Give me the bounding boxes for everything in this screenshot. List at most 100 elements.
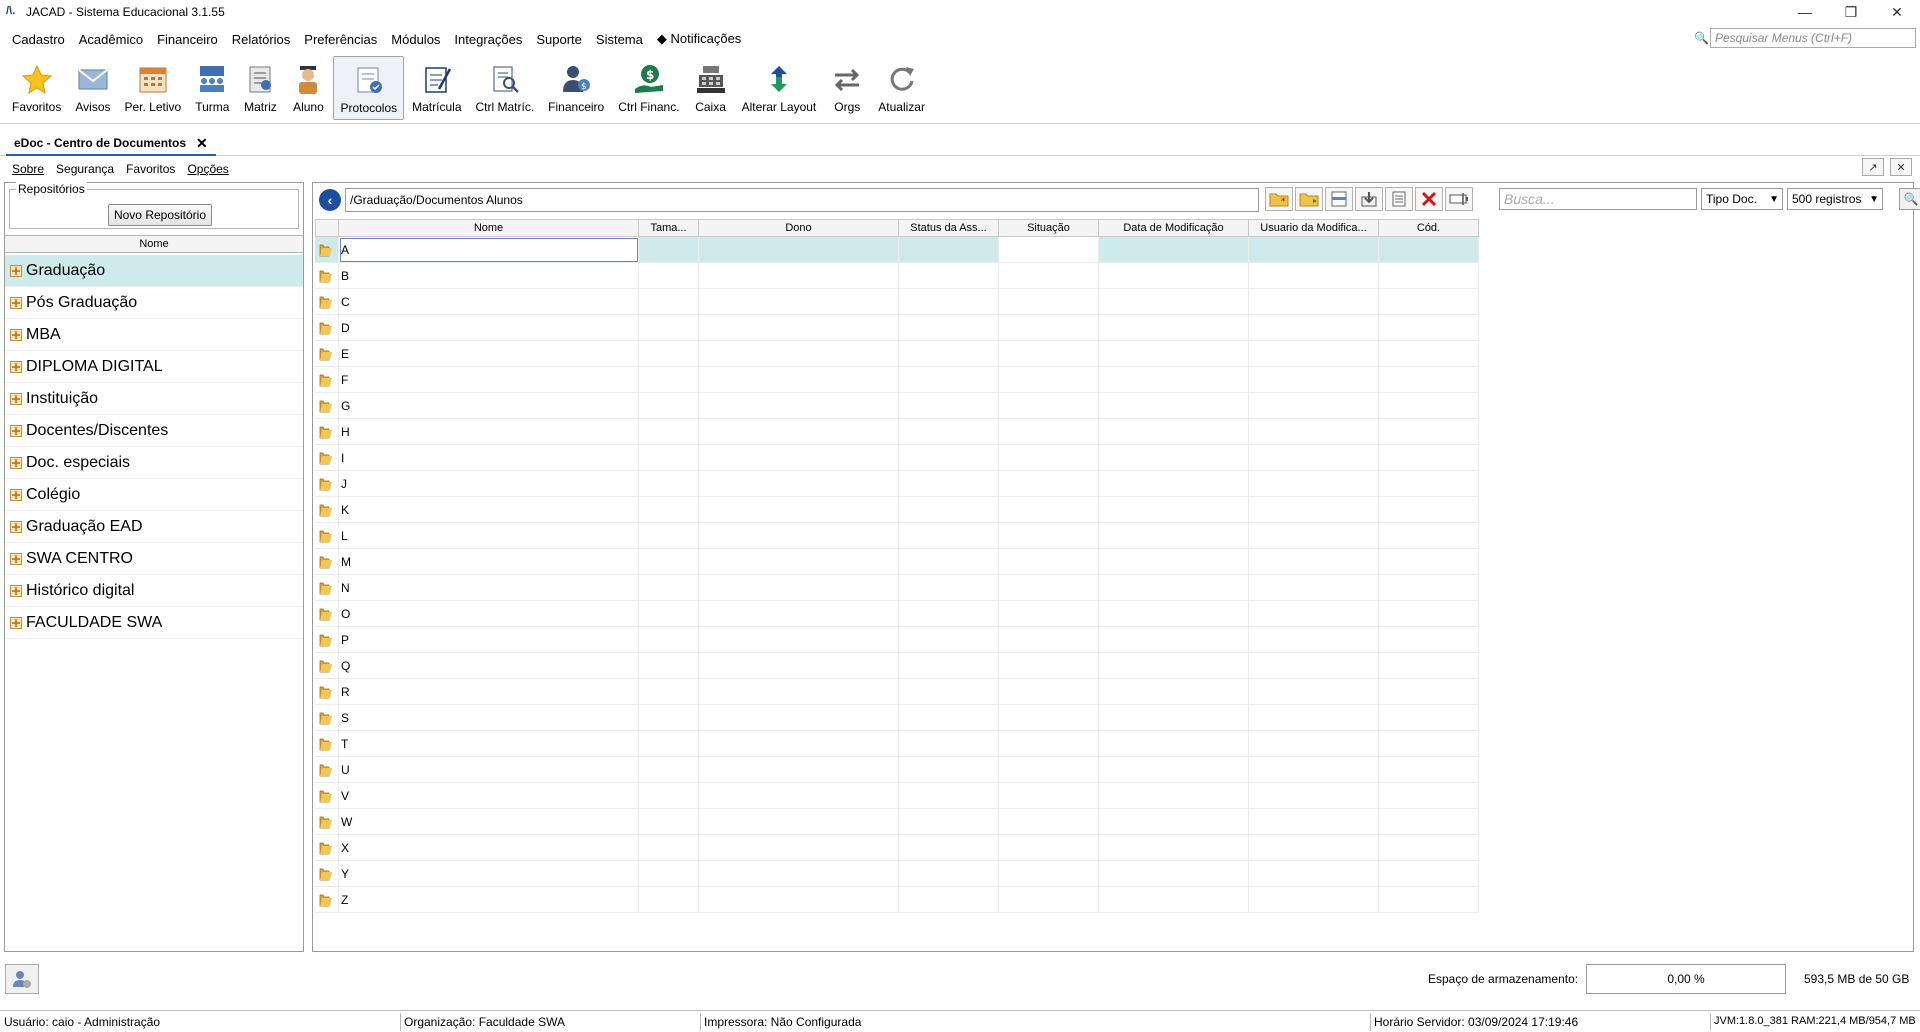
tree-item[interactable]: MBA bbox=[5, 319, 303, 351]
path-field[interactable]: /Graduação/Documentos Alunos bbox=[345, 188, 1259, 212]
table-row[interactable]: Y bbox=[315, 861, 1479, 887]
tree-item[interactable]: Colégio bbox=[5, 479, 303, 511]
search-button[interactable]: 🔍 bbox=[1899, 188, 1920, 210]
settings-button[interactable] bbox=[5, 964, 39, 994]
table-row[interactable]: U bbox=[315, 757, 1479, 783]
expand-plus-icon[interactable] bbox=[9, 264, 22, 277]
table-row[interactable]: V bbox=[315, 783, 1479, 809]
table-row[interactable]: J bbox=[315, 471, 1479, 497]
toolbar-turma[interactable]: Turma bbox=[189, 56, 235, 120]
column-header[interactable]: Usuario da Modifica... bbox=[1249, 219, 1379, 237]
close-panel-icon[interactable]: ✕ bbox=[1890, 158, 1912, 176]
table-row[interactable]: H bbox=[315, 419, 1479, 445]
expand-plus-icon[interactable] bbox=[9, 520, 22, 533]
table-row[interactable]: R bbox=[315, 679, 1479, 705]
table-row[interactable]: S bbox=[315, 705, 1479, 731]
expand-plus-icon[interactable] bbox=[9, 616, 22, 629]
toolbar-matricula[interactable]: Matrícula bbox=[406, 56, 467, 120]
rename-button[interactable] bbox=[1445, 187, 1473, 211]
toolbar-avisos[interactable]: Avisos bbox=[69, 56, 116, 120]
toolbar-favoritos[interactable]: Favoritos bbox=[6, 56, 67, 120]
menu-search-input[interactable]: Pesquisar Menus (Ctrl+F) bbox=[1710, 28, 1916, 48]
table-row[interactable]: C bbox=[315, 289, 1479, 315]
submenu-favoritos[interactable]: Favoritos bbox=[120, 162, 181, 176]
table-row[interactable]: M bbox=[315, 549, 1479, 575]
back-arrow-icon[interactable]: ‹ bbox=[319, 189, 341, 211]
menu-integracoes[interactable]: Integrações bbox=[448, 32, 528, 47]
submenu-opcoes[interactable]: Opções bbox=[181, 162, 234, 176]
new-folder-button[interactable]: * bbox=[1265, 187, 1293, 211]
tree-item[interactable]: Graduação EAD bbox=[5, 511, 303, 543]
table-row[interactable]: A bbox=[315, 237, 1479, 263]
download-button[interactable] bbox=[1355, 187, 1383, 211]
delete-button[interactable] bbox=[1415, 187, 1443, 211]
toolbar-atualizar[interactable]: Atualizar bbox=[872, 56, 931, 120]
toolbar-alterar-layout[interactable]: Alterar Layout bbox=[736, 56, 823, 120]
tree-item[interactable]: DIPLOMA DIGITAL bbox=[5, 351, 303, 383]
table-row[interactable]: Z bbox=[315, 887, 1479, 913]
table-row[interactable]: O bbox=[315, 601, 1479, 627]
restore-button[interactable]: ❐ bbox=[1828, 0, 1874, 24]
expand-plus-icon[interactable] bbox=[9, 328, 22, 341]
column-header-icon[interactable] bbox=[315, 219, 339, 237]
table-row[interactable]: E bbox=[315, 341, 1479, 367]
tree-item[interactable]: Docentes/Discentes bbox=[5, 415, 303, 447]
column-header[interactable]: Status da Ass... bbox=[899, 219, 999, 237]
expand-plus-icon[interactable] bbox=[9, 392, 22, 405]
new-repository-button[interactable]: Novo Repositório bbox=[108, 204, 212, 226]
tree-item[interactable]: Doc. especiais bbox=[5, 447, 303, 479]
toolbar-financeiro[interactable]: $ Financeiro bbox=[542, 56, 610, 120]
table-row[interactable]: I bbox=[315, 445, 1479, 471]
column-header[interactable]: Dono bbox=[699, 219, 899, 237]
table-row[interactable]: N bbox=[315, 575, 1479, 601]
column-header[interactable]: Situação bbox=[999, 219, 1099, 237]
add-folder-button[interactable] bbox=[1295, 187, 1323, 211]
menu-suporte[interactable]: Suporte bbox=[530, 32, 588, 47]
tab-edoc[interactable]: eDoc - Centro de Documentos ✕ bbox=[6, 132, 216, 156]
table-row[interactable]: Q bbox=[315, 653, 1479, 679]
table-row[interactable]: T bbox=[315, 731, 1479, 757]
toolbar-aluno[interactable]: Aluno bbox=[285, 56, 331, 120]
menu-academico[interactable]: Acadêmico bbox=[73, 32, 149, 47]
expand-plus-icon[interactable] bbox=[9, 584, 22, 597]
toolbar-matriz[interactable]: Matriz bbox=[237, 56, 283, 120]
detach-icon[interactable]: ↗ bbox=[1862, 158, 1884, 176]
tree-item[interactable]: Instituição bbox=[5, 383, 303, 415]
table-row[interactable]: P bbox=[315, 627, 1479, 653]
tree-item[interactable]: Histórico digital bbox=[5, 575, 303, 607]
menu-relatorios[interactable]: Relatórios bbox=[226, 32, 297, 47]
table-row[interactable]: D bbox=[315, 315, 1479, 341]
menu-sistema[interactable]: Sistema bbox=[590, 32, 649, 47]
column-header[interactable]: Data de Modificação bbox=[1099, 219, 1249, 237]
toolbar-caixa[interactable]: Caixa bbox=[688, 56, 734, 120]
expand-plus-icon[interactable] bbox=[9, 296, 22, 309]
menu-modulos[interactable]: Módulos bbox=[385, 32, 446, 47]
tree-item[interactable]: Graduação bbox=[5, 255, 303, 287]
column-header[interactable]: Nome bbox=[339, 219, 639, 237]
tree-item[interactable]: FACULDADE SWA bbox=[5, 607, 303, 639]
toolbar-ctrl-financ[interactable]: $ Ctrl Financ. bbox=[612, 56, 685, 120]
tree-item[interactable]: Pós Graduação bbox=[5, 287, 303, 319]
submenu-seguranca[interactable]: Segurança bbox=[50, 162, 120, 176]
table-row[interactable]: K bbox=[315, 497, 1479, 523]
toolbar-orgs[interactable]: Orgs bbox=[824, 56, 870, 120]
column-header[interactable]: Tama... bbox=[639, 219, 699, 237]
document-search-input[interactable]: Busca... bbox=[1499, 188, 1697, 210]
table-row[interactable]: B bbox=[315, 263, 1479, 289]
toolbar-ctrl-matric[interactable]: Ctrl Matríc. bbox=[470, 56, 541, 120]
menu-notificacoes[interactable]: ◆ Notificações bbox=[651, 31, 747, 47]
submenu-sobre[interactable]: Sobre bbox=[6, 162, 50, 176]
table-row[interactable]: W bbox=[315, 809, 1479, 835]
expand-plus-icon[interactable] bbox=[9, 456, 22, 469]
toolbar-per-letivo[interactable]: Per. Letivo bbox=[119, 56, 188, 120]
records-select[interactable]: 500 registros ▼ bbox=[1787, 188, 1883, 210]
expand-plus-icon[interactable] bbox=[9, 424, 22, 437]
close-tab-icon[interactable]: ✕ bbox=[196, 135, 208, 152]
table-row[interactable]: L bbox=[315, 523, 1479, 549]
table-row[interactable]: G bbox=[315, 393, 1479, 419]
menu-financeiro[interactable]: Financeiro bbox=[151, 32, 224, 47]
expand-plus-icon[interactable] bbox=[9, 360, 22, 373]
doc-type-select[interactable]: Tipo Doc. ▼ bbox=[1701, 188, 1783, 210]
table-row[interactable]: F bbox=[315, 367, 1479, 393]
minimize-button[interactable]: — bbox=[1782, 0, 1828, 24]
